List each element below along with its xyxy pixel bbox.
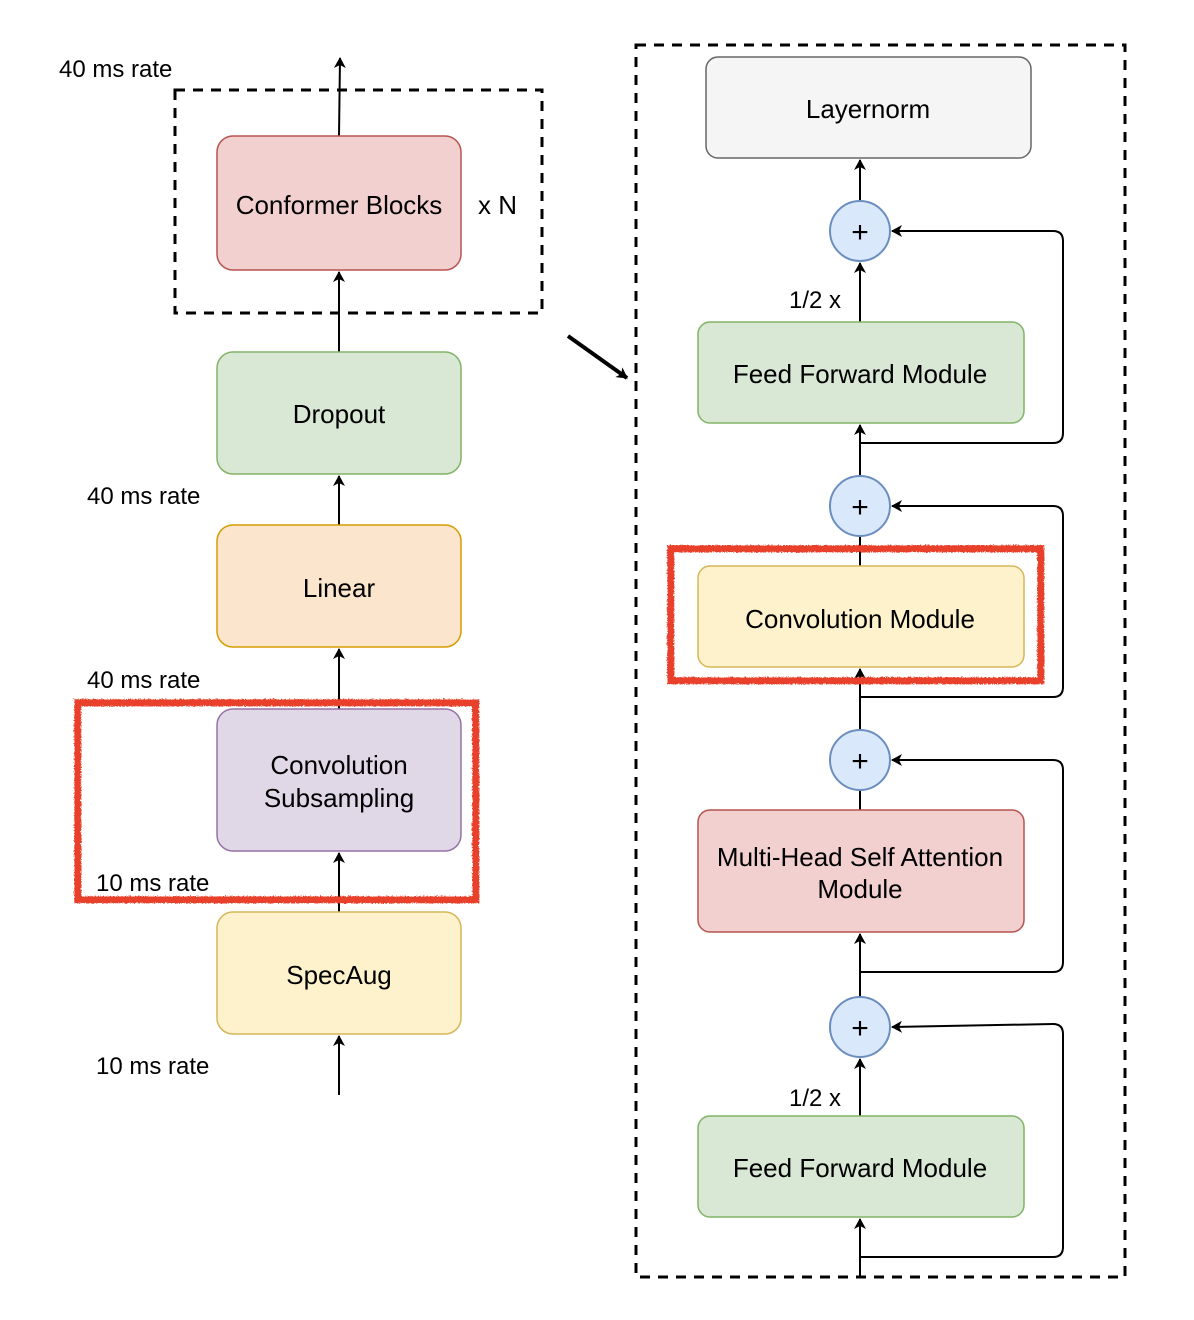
dropout-label: Dropout — [293, 399, 386, 429]
adder-node: + — [829, 475, 891, 537]
conformer-blocks-label: Conformer Blocks — [236, 190, 443, 220]
convolution-module-box: Convolution Module — [697, 565, 1025, 668]
plus-icon: + — [851, 216, 869, 249]
layernorm-box: Layernorm — [705, 56, 1032, 159]
plus-icon: + — [851, 491, 869, 524]
ff-top-label: Feed Forward Module — [733, 359, 987, 389]
feed-forward-top-box: Feed Forward Module — [697, 321, 1025, 424]
adder-node: + — [829, 996, 891, 1058]
conformer-block-detail: Layernorm Feed Forward Module Convolutio… — [634, 43, 1127, 1279]
encoder-stack: Conformer Blocks x N Dropout Linear Conv… — [59, 56, 544, 1095]
expand-arrow — [566, 334, 629, 380]
conv-sub-label-2: Subsampling — [264, 783, 414, 813]
convolution-subsampling-box: Convolution Subsampling — [216, 708, 462, 852]
conformer-diagram: Conformer Blocks x N Dropout Linear Conv… — [59, 43, 1127, 1279]
mhsa-label-1: Multi-Head Self Attention — [717, 842, 1003, 872]
conformer-blocks-box: Conformer Blocks — [216, 135, 462, 271]
linear-box: Linear — [216, 524, 462, 648]
specaug-label: SpecAug — [286, 960, 392, 990]
output-arrow — [333, 57, 346, 137]
scale-label: 1/2 x — [789, 1085, 841, 1112]
conv-sub-label-1: Convolution — [270, 750, 407, 780]
adder-node: + — [829, 200, 891, 262]
scale-label: 1/2 x — [789, 287, 841, 314]
plus-icon: + — [851, 1012, 869, 1045]
rate-label: 40 ms rate — [59, 56, 172, 83]
rate-label: 40 ms rate — [87, 483, 200, 510]
layernorm-label: Layernorm — [806, 94, 930, 124]
ff-bottom-label: Feed Forward Module — [733, 1153, 987, 1183]
rate-label: 40 ms rate — [87, 667, 200, 694]
linear-label: Linear — [303, 573, 376, 603]
dropout-box: Dropout — [216, 351, 462, 475]
mhsa-label-2: Module — [817, 874, 902, 904]
rate-label: 10 ms rate — [96, 1053, 209, 1080]
adder-node: + — [829, 729, 891, 791]
feed-forward-bottom-box: Feed Forward Module — [697, 1115, 1025, 1218]
repeat-label: x N — [478, 190, 517, 220]
plus-icon: + — [851, 745, 869, 778]
conv-module-label: Convolution Module — [745, 604, 975, 634]
specaug-box: SpecAug — [216, 911, 462, 1035]
mhsa-box: Multi-Head Self Attention Module — [697, 809, 1025, 933]
rate-label: 10 ms rate — [96, 870, 209, 897]
